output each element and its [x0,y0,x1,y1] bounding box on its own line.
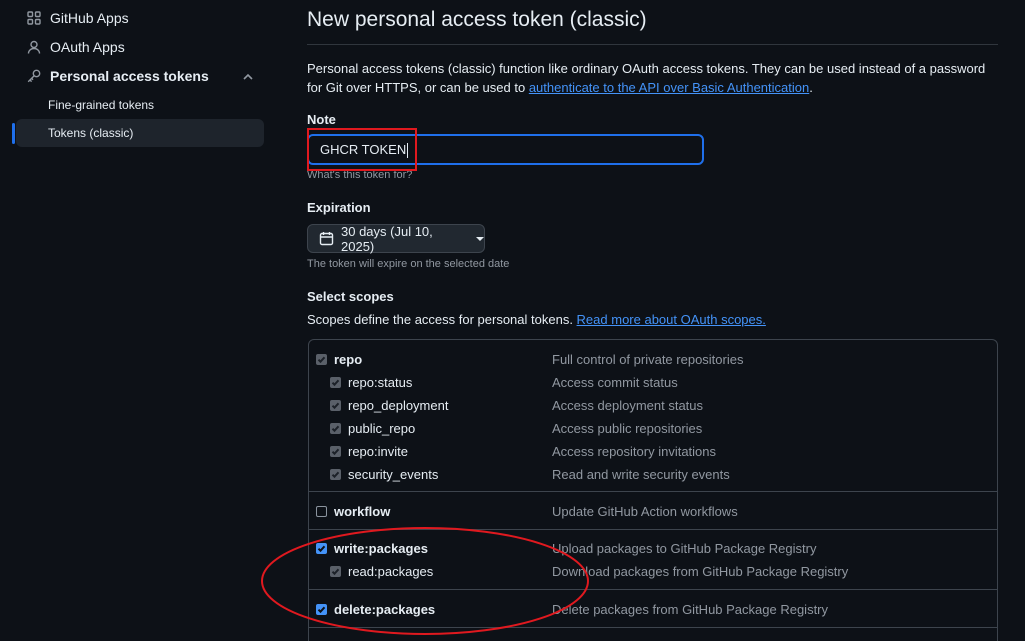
active-indicator [12,123,15,144]
oauth-scopes-link[interactable]: Read more about OAuth scopes. [577,312,766,327]
sidebar-item-personal-access-tokens[interactable]: Personal access tokens [16,62,264,90]
scope-checkbox [330,469,341,480]
scope-name: repo:invite [348,444,408,459]
sidebar-item-label: OAuth Apps [50,39,125,55]
settings-sidebar: GitHub Apps OAuth Apps Personal access t… [0,0,280,641]
scopes-desc-text: Scopes define the access for personal to… [307,312,577,327]
scope-row: workflow Update GitHub Action workflows [309,500,997,523]
scope-description: Full control of private repositories [552,352,744,367]
scope-checkbox [330,446,341,457]
scope-name: repo:status [348,375,413,390]
scopes-description: Scopes define the access for personal to… [307,312,766,327]
annotation-ellipse [261,527,589,635]
scope-group-divider [309,491,997,492]
scope-name: security_events [348,467,439,482]
scope-row: repo:status Access commit status [309,371,997,394]
key-icon [26,68,42,84]
sidebar-item-tokens-classic[interactable]: Tokens (classic) [16,119,264,147]
expiration-select[interactable]: 30 days (Jul 10, 2025) [307,223,485,254]
annotation-rectangle [307,128,417,171]
divider [307,44,998,45]
scope-checkbox [316,354,327,365]
scopes-label: Select scopes [307,289,394,304]
basic-auth-link[interactable]: authenticate to the API over Basic Authe… [529,80,809,95]
scope-row: public_repo Access public repositories [309,417,997,440]
expiration-hint: The token will expire on the selected da… [307,258,510,270]
expiration-value: 30 days (Jul 10, 2025) [341,223,433,254]
scope-name: public_repo [348,421,416,436]
person-icon [26,39,42,55]
scope-description: Access public repositories [552,421,703,436]
calendar-icon [319,231,334,246]
sidebar-item-github-apps[interactable]: GitHub Apps [16,4,264,32]
scope-row: security_events Read and write security e… [309,463,997,486]
scope-checkbox [330,423,341,434]
scope-description: Access repository invitations [552,444,717,459]
apps-grid-icon [26,10,42,26]
expiration-label: Expiration [307,200,371,215]
scope-description: Download packages from GitHub Package Re… [552,564,849,579]
scope-name: workflow [334,504,391,519]
scope-row: repo_deployment Access deployment status [309,394,997,417]
triangle-down-icon [476,236,484,241]
scope-description: Update GitHub Action workflows [552,504,738,519]
scope-description: Read and write security events [552,467,730,482]
sidebar-item-label: Tokens (classic) [48,126,134,140]
scope-description: Access commit status [552,375,678,390]
intro-end: . [809,80,813,95]
sidebar-item-label: GitHub Apps [50,10,129,26]
sidebar-item-oauth-apps[interactable]: OAuth Apps [16,33,264,61]
scope-row: repo Full control of private repositories [309,348,997,371]
scope-description: Access deployment status [552,398,704,413]
scope-checkbox [330,377,341,388]
sidebar-item-fine-grained-tokens[interactable]: Fine-grained tokens [16,91,264,119]
scope-name: repo [334,352,363,367]
note-label: Note [307,112,336,127]
page-title: New personal access token (classic) [307,8,647,31]
scope-name: repo_deployment [348,398,449,413]
intro-paragraph: Personal access tokens (classic) functio… [307,59,997,97]
sidebar-item-label: Personal access tokens [50,68,209,84]
chevron-up-icon[interactable] [242,70,254,82]
sidebar-item-label: Fine-grained tokens [48,98,155,112]
scope-checkbox [330,400,341,411]
scope-row: repo:invite Access repository invitations [309,440,997,463]
scope-checkbox[interactable] [316,506,327,517]
